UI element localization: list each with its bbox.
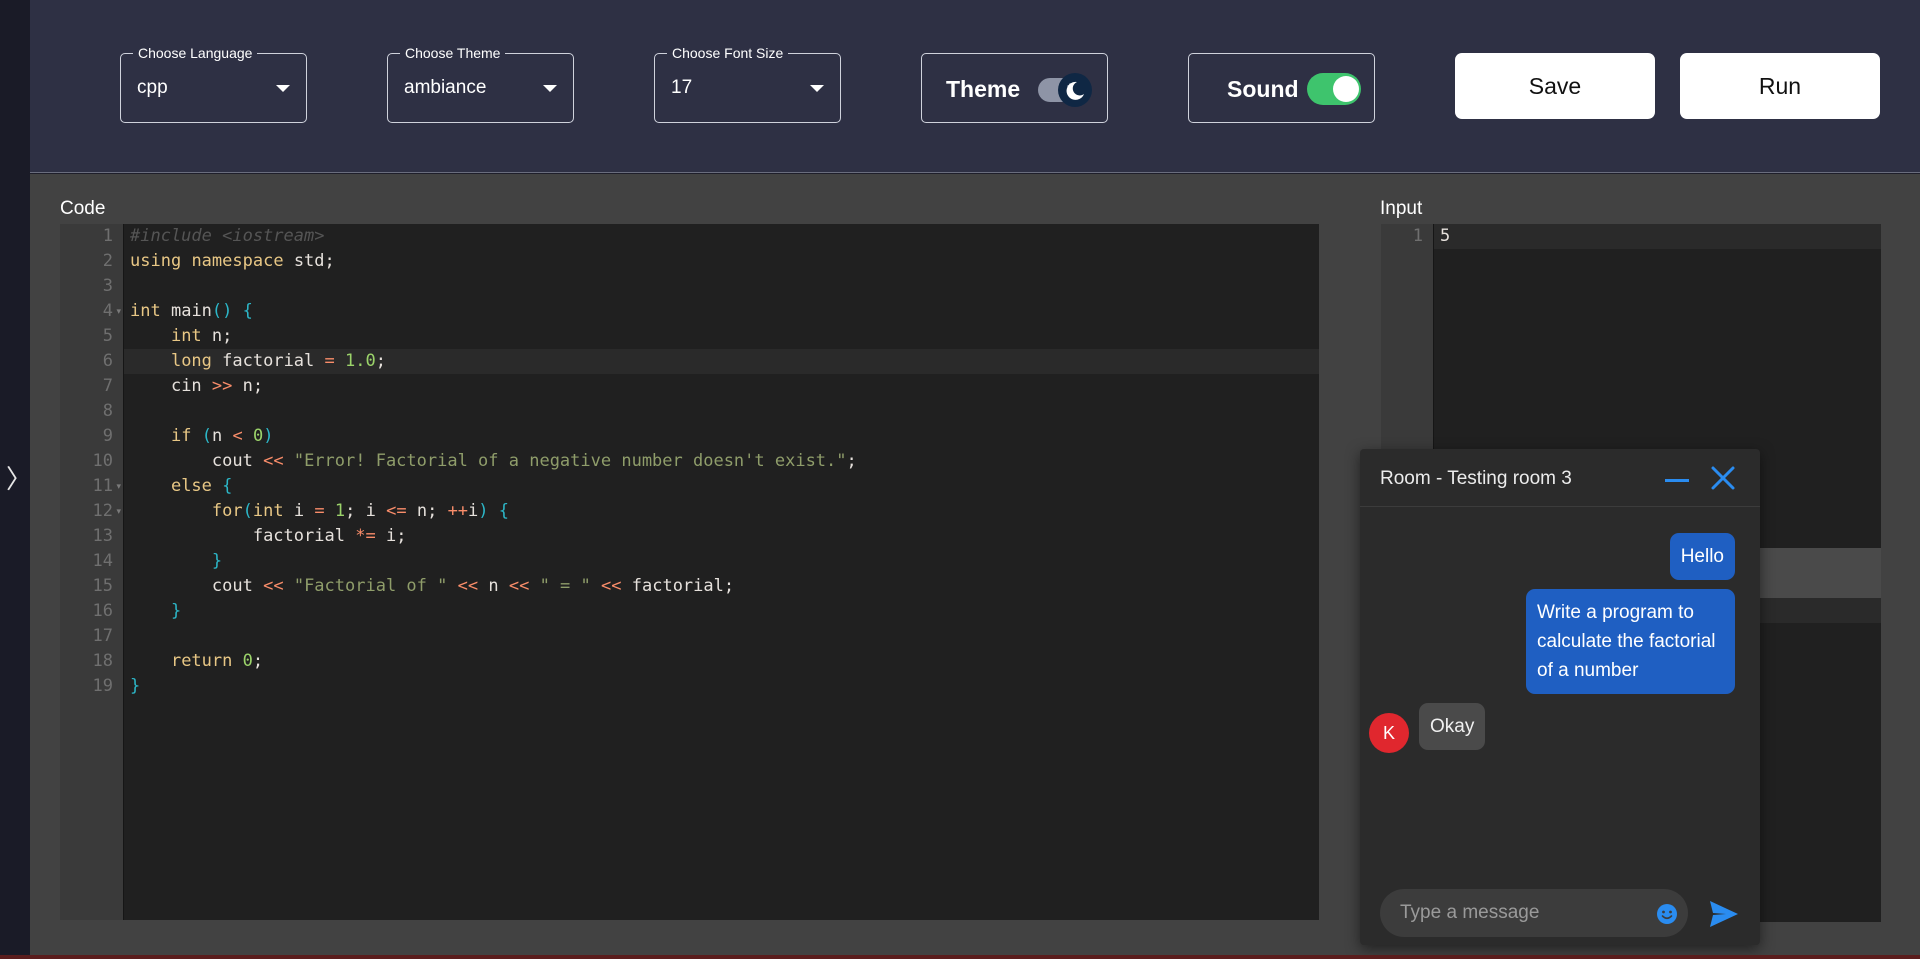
input-section-label: Input (1380, 198, 1423, 219)
code-line: } (211, 551, 223, 571)
code-area[interactable]: #include <iostream> using namespace std; i… (124, 224, 1319, 920)
line-number: 1 (1412, 226, 1423, 246)
input-line: 5 (1440, 226, 1451, 246)
line-number: 10 (92, 451, 113, 471)
minimize-icon[interactable] (1663, 465, 1691, 493)
chat-message-sent: Hello (1669, 533, 1735, 580)
line-number: 18 (92, 651, 113, 671)
line-number: 8 (102, 401, 113, 421)
code-line: for(int i = 1; i <= n; ++i) { (211, 501, 510, 521)
line-number: 5 (102, 326, 113, 346)
line-number: 19 (92, 676, 113, 696)
font-size-select[interactable]: Choose Font Size 17 (654, 45, 841, 123)
chat-window: Room - Testing room 3 Hello Write a prog… (1360, 449, 1760, 945)
chat-message-sent: Write a program to calculate the factori… (1526, 589, 1735, 694)
code-line: #include <iostream> (130, 226, 325, 246)
code-line: int main() { (130, 301, 253, 321)
moon-icon (1058, 73, 1092, 107)
chat-message-received: Okay (1419, 703, 1486, 750)
close-icon[interactable] (1709, 464, 1737, 492)
sound-toggle-switch[interactable] (1307, 73, 1361, 105)
language-select-legend: Choose Language (133, 45, 258, 61)
font-size-select-legend: Choose Font Size (667, 45, 789, 61)
line-number: 16 (92, 601, 113, 621)
language-select[interactable]: Choose Language cpp (120, 45, 307, 123)
font-size-select-value: 17 (671, 77, 693, 98)
line-number: 1 (102, 226, 113, 246)
run-button[interactable]: Run (1680, 53, 1880, 119)
line-number: 7 (102, 376, 113, 396)
line-number: 12 (92, 501, 113, 521)
language-select-value: cpp (137, 77, 168, 98)
code-line: return 0; (170, 651, 264, 671)
chevron-down-icon (276, 85, 290, 92)
line-number: 9 (102, 426, 113, 446)
line-number: 15 (92, 576, 113, 596)
theme-select[interactable]: Choose Theme ambiance (387, 45, 574, 123)
line-number: 3 (102, 276, 113, 296)
chevron-down-icon (810, 85, 824, 92)
line-number: 17 (92, 626, 113, 646)
code-line: cin >> n; (170, 376, 264, 396)
expand-sidebar-icon[interactable]: 〉 (6, 463, 32, 497)
theme-select-legend: Choose Theme (400, 45, 506, 61)
line-number: 11 (92, 476, 113, 496)
code-line: long factorial = 1.0; (170, 351, 386, 371)
theme-toggle-box: Theme (921, 53, 1108, 123)
chevron-down-icon (543, 85, 557, 92)
fold-toggle-icon[interactable]: ▾ (116, 499, 121, 524)
code-line: cout << "Error! Factorial of a negative … (211, 451, 857, 471)
theme-select-value: ambiance (404, 77, 487, 98)
code-line: int n; (170, 326, 233, 346)
line-number: 13 (92, 526, 113, 546)
fold-toggle-icon[interactable]: ▾ (116, 299, 121, 324)
chat-title: Room - Testing room 3 (1380, 468, 1572, 489)
active-line-highlight (1434, 224, 1881, 249)
toolbar: Choose Language cpp Choose Theme ambianc… (30, 0, 1920, 173)
sound-toggle-label: Sound (1227, 76, 1299, 102)
emoji-icon[interactable] (1656, 903, 1678, 925)
code-line: cout << "Factorial of " << n << " = " <<… (211, 576, 735, 596)
sidebar-rail: 〉 (0, 0, 32, 959)
code-line: if (n < 0) (170, 426, 274, 446)
line-number: 2 (102, 251, 113, 271)
code-editor[interactable]: 1 2 3 4 ▾ 5 6 7 8 9 10 11 ▾ 12 ▾ 13 14 15 16 17 18 19 #includ… (60, 224, 1319, 920)
line-number: 6 (102, 351, 113, 371)
theme-toggle-label: Theme (946, 76, 1021, 102)
chat-header: Room - Testing room 3 (1360, 449, 1760, 507)
sound-toggle-box: Sound (1188, 53, 1375, 123)
send-icon[interactable] (1708, 899, 1740, 929)
sound-toggle-knob (1333, 76, 1359, 102)
line-number: 14 (92, 551, 113, 571)
fold-toggle-icon[interactable]: ▾ (116, 474, 121, 499)
app-root: 〉 Choose Language cpp Choose Theme ambia… (0, 0, 1920, 959)
avatar: K (1369, 713, 1409, 753)
code-line: factorial *= i; (252, 526, 407, 546)
code-line: } (170, 601, 182, 621)
code-line: } (130, 676, 141, 696)
code-line: else { (170, 476, 233, 496)
line-number: 4 (102, 301, 113, 321)
bottom-border (0, 955, 1920, 959)
code-section-label: Code (60, 198, 106, 219)
chat-composer (1380, 889, 1688, 937)
save-button[interactable]: Save (1455, 53, 1655, 119)
theme-toggle-switch[interactable] (1038, 73, 1092, 107)
code-line: using namespace std; (130, 251, 335, 271)
message-input[interactable] (1400, 889, 1640, 937)
code-gutter: 1 2 3 4 ▾ 5 6 7 8 9 10 11 ▾ 12 ▾ 13 14 15 16 17 18 19 (60, 224, 124, 920)
